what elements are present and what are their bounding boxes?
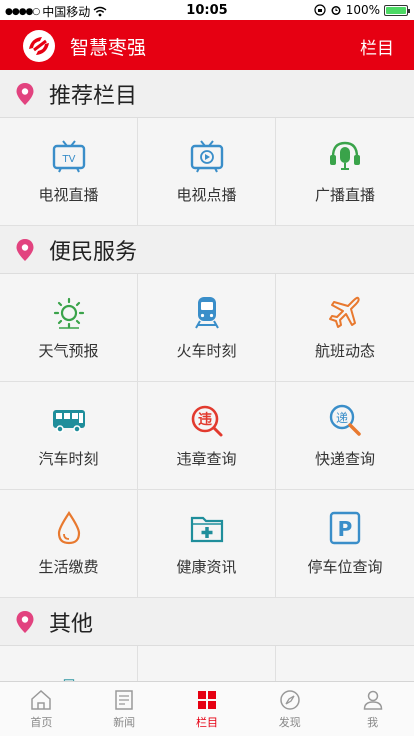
medical-folder-icon bbox=[190, 516, 223, 543]
airplane-icon bbox=[329, 296, 360, 328]
tab-home[interactable]: 首页 bbox=[0, 682, 83, 736]
tv-live-icon: TV bbox=[52, 140, 85, 173]
news-icon bbox=[115, 690, 133, 710]
grid-item-label: 航班动态 bbox=[314, 342, 375, 360]
tab-label: 我 bbox=[367, 716, 379, 729]
grid-item-label: 快递查询 bbox=[314, 450, 375, 468]
app-title: 智慧枣强 bbox=[70, 37, 147, 59]
violation-icon: 违 bbox=[191, 405, 222, 437]
status-right: 100% bbox=[314, 3, 410, 17]
lock-rotation-icon bbox=[314, 4, 326, 16]
grid-item-parking[interactable]: P 停车位查询 bbox=[276, 490, 414, 598]
tab-label: 栏目 bbox=[195, 716, 218, 729]
tv-icon-text: TV bbox=[61, 154, 75, 165]
partial-icon bbox=[327, 672, 363, 681]
battery-icon bbox=[384, 4, 410, 16]
section-header-other: 其他 bbox=[0, 598, 414, 646]
grid-item-label: 停车位查询 bbox=[307, 558, 383, 576]
grid-item-bus[interactable]: 汽车时刻 bbox=[0, 382, 138, 490]
status-bar: ●●●●○ 中国移动 10:05 100% bbox=[0, 0, 414, 20]
bus-icon bbox=[52, 410, 85, 433]
tab-label: 发现 bbox=[278, 716, 301, 729]
grid-icon bbox=[197, 691, 216, 709]
tab-columns[interactable]: 栏目 bbox=[166, 682, 249, 736]
partial-icon bbox=[63, 679, 74, 681]
section-title: 其他 bbox=[49, 611, 94, 637]
section-header-recommended: 推荐栏目 bbox=[0, 70, 414, 118]
parking-icon-text: P bbox=[338, 517, 353, 541]
recommended-grid: TV 电视直播 电视点播 广播直播 bbox=[0, 118, 414, 226]
grid-item-train[interactable]: 火车时刻 bbox=[138, 274, 276, 382]
tab-discover[interactable]: 发现 bbox=[248, 682, 331, 736]
column-menu-button[interactable]: 栏目 bbox=[360, 34, 394, 59]
tv-vod-icon bbox=[190, 140, 223, 173]
water-drop-icon bbox=[57, 511, 80, 545]
app-header: 智慧枣强 栏目 bbox=[0, 20, 414, 70]
user-icon bbox=[363, 690, 382, 710]
grid-item-violation[interactable]: 违 违章查询 bbox=[138, 382, 276, 490]
location-pin-icon bbox=[16, 238, 34, 261]
grid-item-other-3[interactable] bbox=[276, 646, 414, 681]
tab-label: 首页 bbox=[30, 716, 53, 729]
section-title: 便民服务 bbox=[49, 239, 138, 265]
grid-item-label: 违章查询 bbox=[176, 450, 237, 468]
battery-percent: 100% bbox=[345, 3, 380, 17]
app-logo-icon bbox=[23, 30, 55, 62]
grid-item-label: 天气预报 bbox=[38, 342, 99, 360]
grid-item-other-1[interactable] bbox=[0, 646, 138, 681]
tab-news[interactable]: 新闻 bbox=[83, 682, 166, 736]
services-grid: 天气预报 火车时刻 航班动态 汽车时刻 违 违章查询 递 快递查询 生活缴费 健… bbox=[0, 274, 414, 598]
grid-item-label: 生活缴费 bbox=[38, 558, 99, 576]
grid-item-label: 电视直播 bbox=[38, 186, 99, 204]
grid-item-label: 火车时刻 bbox=[176, 342, 237, 360]
section-header-services: 便民服务 bbox=[0, 226, 414, 274]
other-grid bbox=[0, 646, 414, 681]
grid-item-health[interactable]: 健康资讯 bbox=[138, 490, 276, 598]
bottom-tab-bar: 首页 新闻 栏目 发现 我 bbox=[0, 681, 414, 736]
train-icon bbox=[194, 297, 219, 329]
grid-item-radio-live[interactable]: 广播直播 bbox=[276, 118, 414, 226]
grid-item-label: 汽车时刻 bbox=[38, 450, 99, 468]
tab-label: 新闻 bbox=[113, 716, 136, 729]
grid-item-label: 电视点播 bbox=[176, 186, 237, 204]
partial-icon bbox=[189, 672, 225, 681]
grid-item-tv-vod[interactable]: 电视点播 bbox=[138, 118, 276, 226]
alarm-icon bbox=[331, 6, 341, 15]
grid-item-weather[interactable]: 天气预报 bbox=[0, 274, 138, 382]
main-content[interactable]: 推荐栏目 TV 电视直播 电视点播 广播直播 便民服务 天气预报 火车时刻 航班… bbox=[0, 70, 414, 681]
location-pin-icon bbox=[16, 82, 34, 105]
grid-item-express[interactable]: 递 快递查询 bbox=[276, 382, 414, 490]
violation-icon-text: 违 bbox=[198, 411, 212, 428]
grid-item-utility[interactable]: 生活缴费 bbox=[0, 490, 138, 598]
section-title: 推荐栏目 bbox=[49, 83, 138, 109]
sun-icon bbox=[53, 297, 84, 329]
parking-icon: P bbox=[329, 511, 361, 545]
grid-item-flight[interactable]: 航班动态 bbox=[276, 274, 414, 382]
grid-item-label: 健康资讯 bbox=[176, 558, 237, 576]
grid-item-tv-live[interactable]: TV 电视直播 bbox=[0, 118, 138, 226]
express-search-icon: 递 bbox=[329, 404, 361, 436]
home-icon bbox=[31, 689, 52, 710]
radio-mic-icon bbox=[330, 141, 360, 170]
express-icon-text: 递 bbox=[336, 411, 348, 425]
location-pin-icon bbox=[16, 610, 34, 633]
grid-item-other-2[interactable] bbox=[138, 646, 276, 681]
tab-me[interactable]: 我 bbox=[331, 682, 414, 736]
compass-icon bbox=[280, 690, 300, 710]
grid-item-label: 广播直播 bbox=[314, 186, 375, 204]
